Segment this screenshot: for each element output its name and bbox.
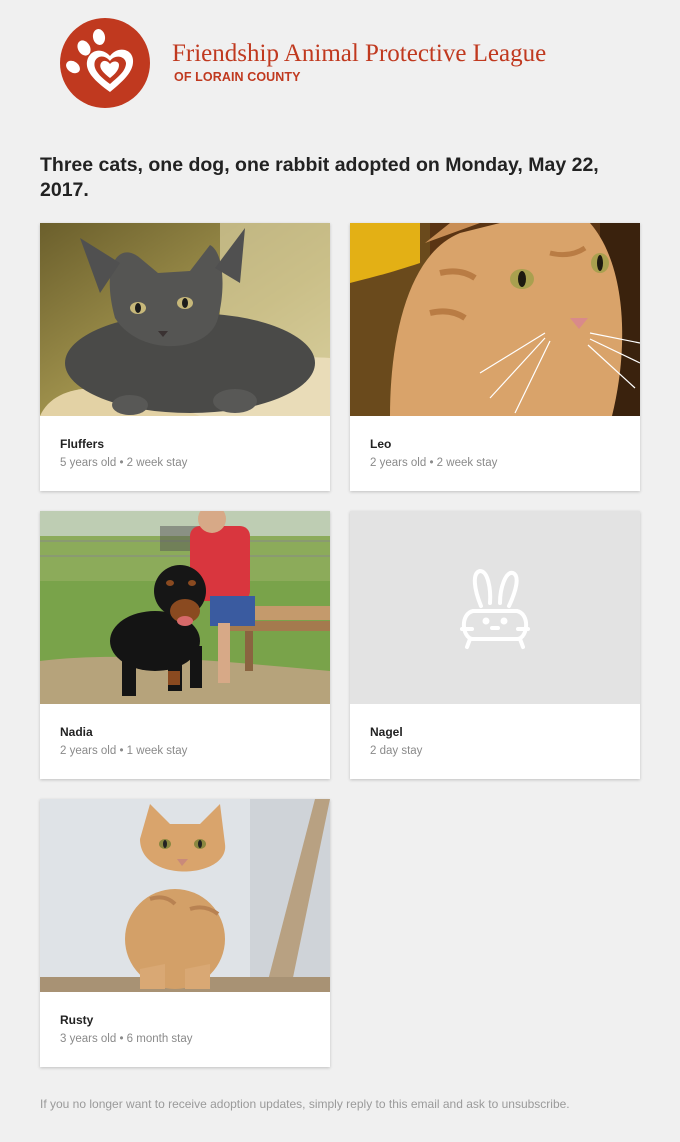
pet-card-rusty[interactable]: Rusty 3 years old • 6 month stay [40, 799, 330, 1067]
orange-tabby-cat-photo[interactable] [350, 223, 640, 416]
pet-name: Nagel [370, 725, 403, 739]
pet-meta: 2 years old • 1 week stay [60, 745, 188, 757]
pet-meta: 5 years old • 2 week stay [60, 457, 188, 469]
rottweiler-dog-photo[interactable] [40, 511, 330, 704]
pet-name: Nadia [60, 725, 93, 739]
pet-card-leo[interactable]: Leo 2 years old • 2 week stay [350, 223, 640, 491]
org-name: Friendship Animal Protective League [172, 40, 547, 67]
pet-meta: 2 years old • 2 week stay [370, 457, 498, 469]
paw-heart-icon [60, 18, 150, 108]
pet-meta: 3 years old • 6 month stay [60, 1033, 193, 1045]
header-logo[interactable]: Friendship Animal Protective League OF L… [60, 18, 546, 108]
pet-card-fluffers[interactable]: Fluffers 5 years old • 2 week stay [40, 223, 330, 491]
pet-card-nagel[interactable]: Nagel 2 day stay [350, 511, 640, 779]
pet-meta: 2 day stay [370, 745, 423, 757]
gray-cat-photo[interactable] [40, 223, 330, 416]
pet-name: Leo [370, 437, 392, 451]
pet-name: Rusty [60, 1013, 94, 1027]
pet-card-nadia[interactable]: Nadia 2 years old • 1 week stay [40, 511, 330, 779]
pet-name: Fluffers [60, 437, 105, 451]
unsubscribe-note: If you no longer want to receive adoptio… [40, 1097, 570, 1111]
orange-cat-sitting-photo[interactable] [40, 799, 330, 992]
org-subtitle: OF LORAIN COUNTY [174, 70, 301, 84]
rabbit-placeholder-icon[interactable] [350, 511, 640, 704]
adoption-headline: Three cats, one dog, one rabbit adopted … [40, 154, 599, 201]
